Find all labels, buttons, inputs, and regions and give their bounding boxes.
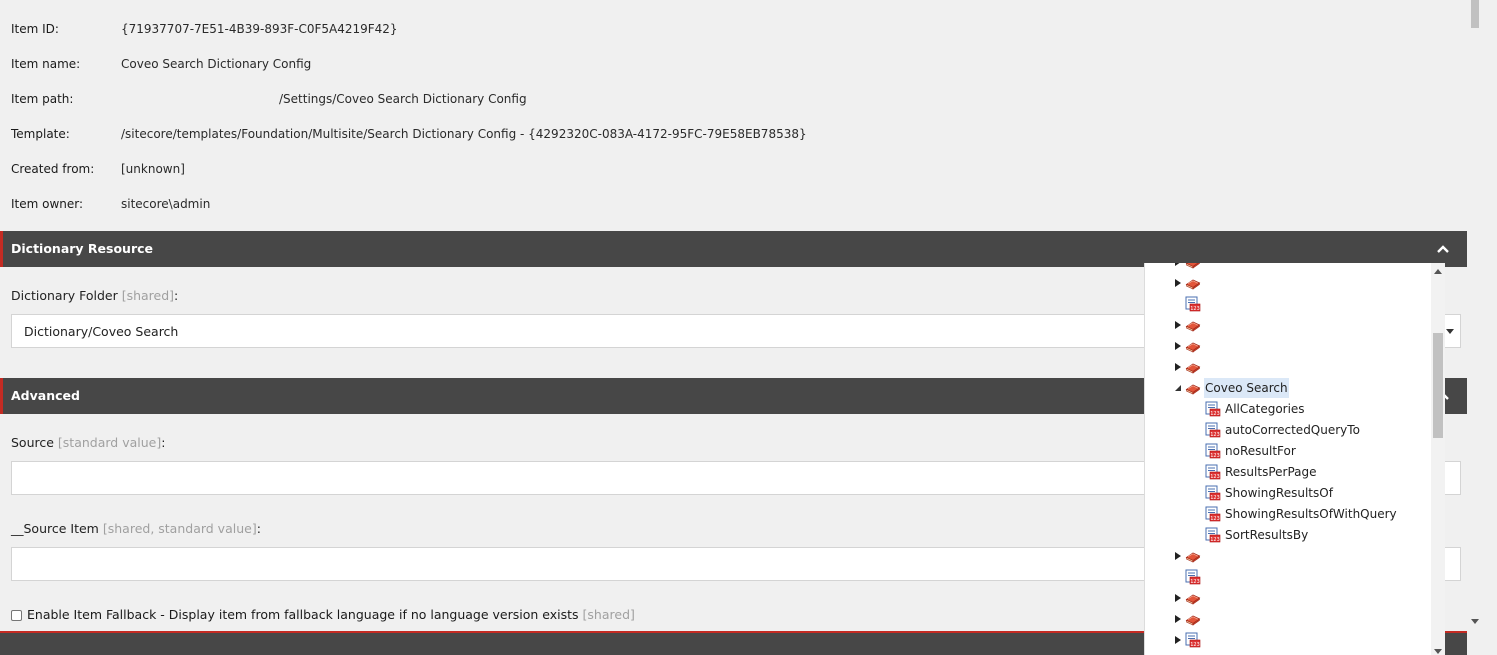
tree-scrollbar[interactable]: [1431, 263, 1445, 655]
info-value: sitecore\admin: [121, 197, 211, 211]
enable-item-fallback-checkbox[interactable]: [11, 610, 22, 621]
dictionary-entry-icon: [1205, 464, 1221, 480]
tree-node-label[interactable]: ShowingResultsOf: [1225, 483, 1333, 503]
source-label: Source [standard value]:: [11, 435, 165, 450]
tree-node-label[interactable]: Coveo Search: [1204, 378, 1289, 398]
field-name: Dictionary Folder: [11, 288, 118, 303]
field-suffix: :: [256, 521, 261, 536]
dictionary-entry-icon: [1205, 422, 1221, 438]
section-title: Advanced: [11, 388, 80, 403]
scroll-down-arrow-icon[interactable]: [1471, 619, 1479, 624]
tree-node-label[interactable]: noResultFor: [1225, 441, 1296, 461]
info-value[interactable]: /sitecore/templates/Foundation/Multisite…: [121, 124, 807, 144]
expand-arrow-icon[interactable]: [1173, 320, 1183, 330]
dictionary-folder-value: Dictionary/Coveo Search: [24, 324, 179, 339]
dictionary-entry-icon: [1205, 527, 1221, 543]
dictionary-folder-icon: [1185, 338, 1201, 354]
dictionary-entry-icon: [1205, 443, 1221, 459]
tree-node-label[interactable]: ResultsPerPage: [1225, 462, 1317, 482]
dictionary-entry-icon: [1205, 485, 1221, 501]
dictionary-folder-icon: [1185, 611, 1201, 627]
field-name: __Source Item: [11, 521, 99, 536]
dictionary-folder-tree[interactable]: Coveo Search AllCategories autoCorrected…: [1144, 263, 1445, 655]
expand-arrow-icon[interactable]: [1173, 362, 1183, 372]
info-value: [unknown]: [121, 162, 185, 176]
dictionary-folder-icon: [1185, 548, 1201, 564]
field-meta: [shared]: [582, 607, 635, 622]
expand-arrow-icon[interactable]: [1173, 341, 1183, 351]
dictionary-folder-icon: [1185, 263, 1201, 270]
info-label: Item ID:: [11, 22, 59, 36]
expand-arrow-icon[interactable]: [1173, 551, 1183, 561]
tree-node-label[interactable]: AllCategories: [1225, 399, 1305, 419]
expand-arrow-icon[interactable]: [1173, 278, 1183, 288]
scroll-down-arrow-icon[interactable]: [1434, 649, 1442, 654]
tree-node-label[interactable]: autoCorrectedQueryTo: [1225, 420, 1360, 440]
dictionary-folder-icon: [1185, 359, 1201, 375]
info-label: Template:: [11, 127, 70, 141]
field-meta: [shared, standard value]: [102, 521, 257, 536]
checkbox-label[interactable]: Enable Item Fallback - Display item from…: [27, 607, 579, 622]
info-value: /Settings/Coveo Search Dictionary Config: [279, 92, 527, 106]
dictionary-entry-icon: [1185, 296, 1201, 312]
field-meta: [shared]: [121, 288, 175, 303]
field-suffix: :: [174, 288, 179, 303]
dictionary-entry-icon: [1205, 506, 1221, 522]
section-title: Dictionary Resource: [11, 241, 153, 256]
info-label: Item name:: [11, 57, 81, 71]
dictionary-entry-icon: [1205, 401, 1221, 417]
expand-arrow-icon[interactable]: [1173, 263, 1183, 267]
field-meta: [standard value]: [57, 435, 162, 450]
expand-arrow-icon[interactable]: [1173, 593, 1183, 603]
field-name: Source: [11, 435, 54, 450]
expand-arrow-icon[interactable]: [1173, 635, 1183, 645]
info-value: Coveo Search Dictionary Config: [121, 57, 312, 71]
scrollbar-thumb[interactable]: [1471, 0, 1479, 28]
dictionary-folder-icon: [1185, 275, 1201, 291]
dictionary-folder-icon: [1185, 380, 1201, 396]
dictionary-entry-icon: [1185, 632, 1201, 648]
field-suffix: :: [161, 435, 166, 450]
source-item-label: __Source Item [shared, standard value]:: [11, 521, 261, 536]
tree-node-label[interactable]: SortResultsBy: [1225, 525, 1308, 545]
dictionary-folder-icon: [1185, 590, 1201, 606]
tree-node-label[interactable]: ShowingResultsOfWithQuery: [1225, 504, 1397, 524]
info-label: Item path:: [11, 92, 74, 106]
info-label: Item owner:: [11, 197, 84, 211]
info-label: Created from:: [11, 162, 95, 176]
info-value: {71937707-7E51-4B39-893F-C0F5A4219F42}: [121, 22, 398, 36]
chevron-up-icon[interactable]: [1435, 241, 1451, 257]
expand-arrow-icon[interactable]: [1173, 614, 1183, 624]
scrollbar-thumb[interactable]: [1433, 333, 1443, 438]
dictionary-folder-icon: [1185, 317, 1201, 333]
dictionary-folder-label: Dictionary Folder [shared]:: [11, 288, 178, 303]
page-scrollbar[interactable]: [1467, 0, 1497, 655]
section-header-dictionary-resource[interactable]: Dictionary Resource: [0, 231, 1467, 267]
chevron-down-icon[interactable]: [1446, 329, 1454, 334]
enable-item-fallback-row: Enable Item Fallback - Display item from…: [11, 606, 635, 624]
dictionary-entry-icon: [1185, 569, 1201, 585]
collapse-arrow-icon[interactable]: [1173, 383, 1183, 393]
scroll-up-arrow-icon[interactable]: [1434, 269, 1442, 274]
